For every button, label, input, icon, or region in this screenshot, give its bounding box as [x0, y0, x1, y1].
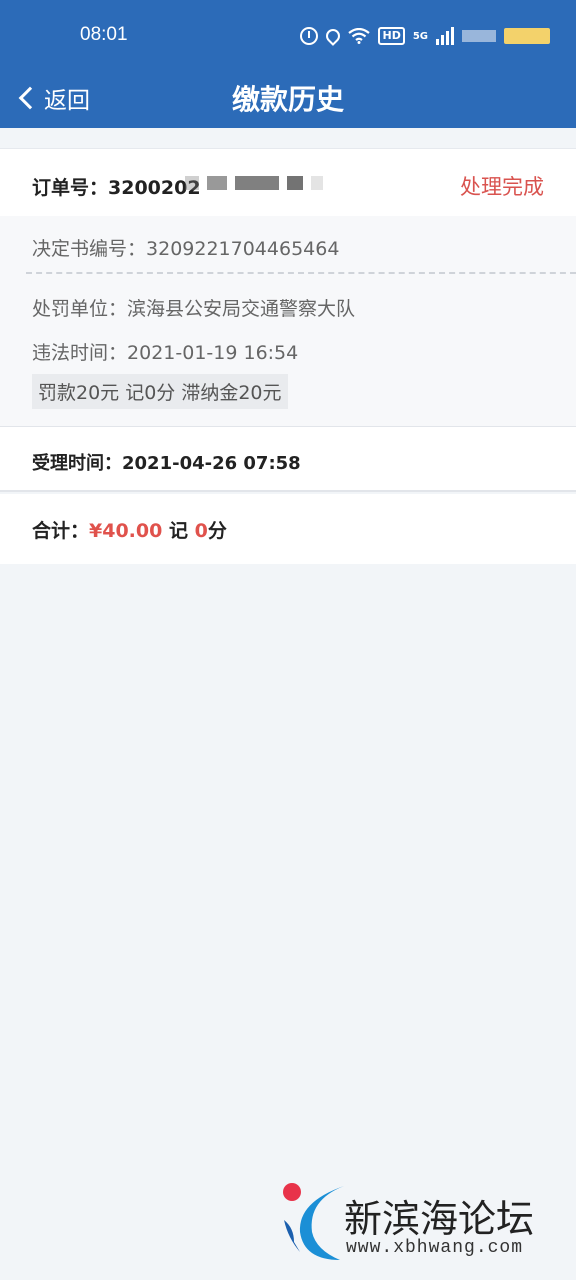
- fee-summary-tag: 罚款20元 记0分 滞纳金20元: [32, 374, 288, 409]
- penalty-unit: 处罚单位：滨海县公安局交通警察大队: [32, 294, 355, 321]
- total-summary: 合计：¥40.00 记 0分: [32, 516, 227, 543]
- total-amount: ¥40.00: [89, 520, 163, 542]
- decision-value: 3209221704465464: [146, 238, 340, 260]
- order-row[interactable]: 订单号：3200202 处理完成: [0, 148, 576, 216]
- network-type: 5G: [412, 30, 428, 42]
- alarm-icon: [300, 27, 319, 45]
- accept-time: 受理时间：2021-04-26 07:58: [32, 449, 301, 475]
- status-icons: HD 5G: [300, 24, 550, 48]
- total-label: 合计：: [32, 520, 90, 542]
- dashed-divider: [26, 272, 576, 274]
- order-label: 订单号：: [32, 177, 109, 199]
- unit-value: 滨海县公安局交通警察大队: [127, 298, 356, 320]
- status-bar: 08:01 HD 5G: [0, 0, 576, 68]
- violation-time: 违法时间：2021-01-19 16:54: [32, 338, 298, 365]
- forum-logo-icon: [283, 1183, 344, 1260]
- decision-label: 决定书编号：: [32, 238, 147, 260]
- wifi-icon: [348, 28, 371, 44]
- watermark: 新滨海论坛 www.xbhwang.com: [282, 1180, 572, 1264]
- decision-number: 决定书编号：3209221704465464: [32, 234, 339, 261]
- order-number: 订单号：3200202: [32, 173, 201, 200]
- hd-badge: HD: [378, 27, 405, 45]
- status-badge: 处理完成: [460, 175, 544, 199]
- location-icon: [323, 26, 344, 46]
- accept-label: 受理时间：: [32, 453, 122, 474]
- masked-area: [462, 30, 496, 42]
- total-row: 合计：¥40.00 记 0分: [0, 494, 576, 564]
- violation-time-value: 2021-01-19 16:54: [127, 342, 299, 364]
- violation-time-label: 违法时间：: [32, 342, 128, 364]
- watermark-url: www.xbhwang.com: [346, 1238, 524, 1258]
- nav-bar: 返回 缴款历史: [0, 68, 576, 128]
- points-prefix: 记: [168, 520, 188, 542]
- accept-time-row: 受理时间：2021-04-26 07:58: [0, 426, 576, 492]
- battery-icon: [504, 28, 550, 44]
- page-title: 缴款历史: [231, 83, 344, 116]
- masked-order-digits: [185, 176, 323, 190]
- points-suffix: 分: [207, 520, 227, 542]
- signal-icon: [436, 27, 454, 45]
- accept-value: 2021-04-26 07:58: [122, 453, 301, 474]
- points-value: 0: [194, 520, 208, 542]
- watermark-title: 新滨海论坛: [344, 1197, 535, 1241]
- unit-label: 处罚单位：: [32, 298, 128, 320]
- violation-details: 决定书编号：3209221704465464 处罚单位：滨海县公安局交通警察大队…: [0, 216, 576, 426]
- status-time: 08:01: [80, 24, 128, 45]
